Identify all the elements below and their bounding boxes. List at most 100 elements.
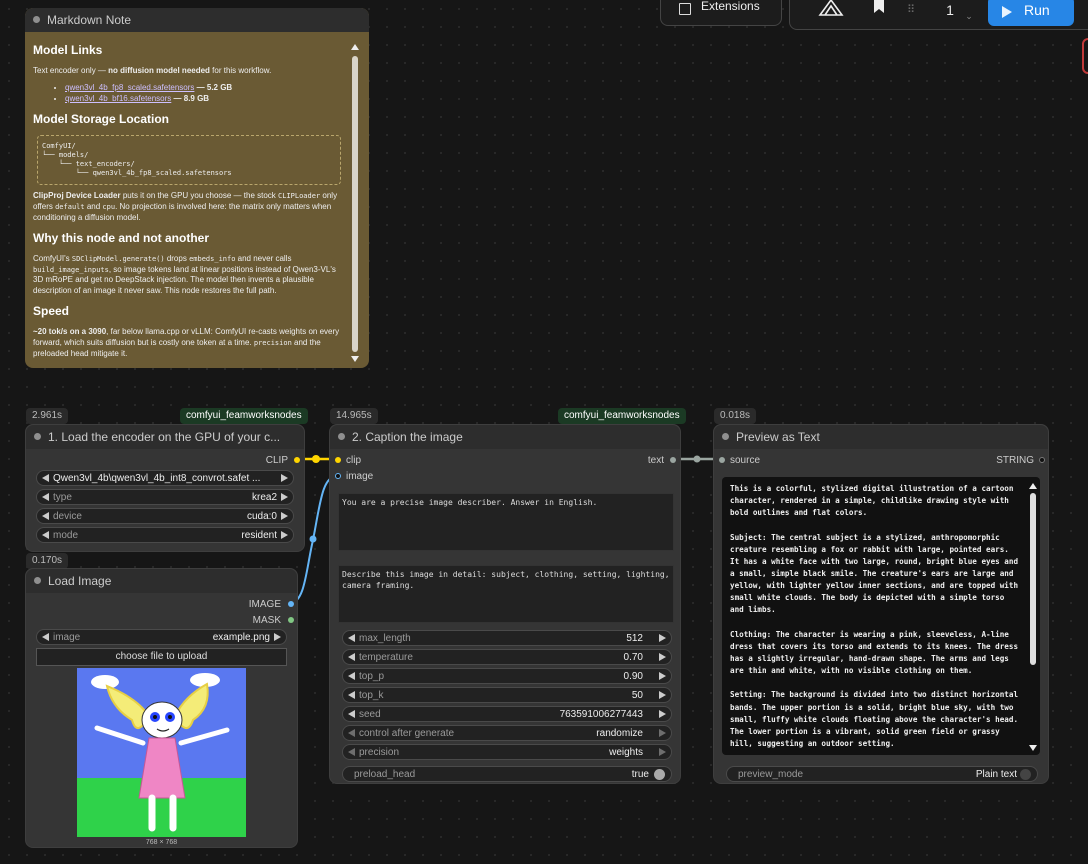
user-prompt-field[interactable]: Describe this image in detail: subject, … <box>338 565 674 623</box>
output-string-dot[interactable] <box>1039 457 1045 463</box>
input-clip-dot[interactable] <box>335 457 341 463</box>
arrow-right-icon[interactable] <box>659 691 666 699</box>
arrow-left-icon[interactable] <box>42 474 49 482</box>
load-image-title: Load Image <box>48 574 112 588</box>
image-value: example.png <box>212 632 270 643</box>
arrow-left-icon[interactable] <box>348 691 355 699</box>
image-dimensions: 768 × 768 <box>145 839 178 846</box>
toggle-knob-icon[interactable] <box>1020 769 1031 780</box>
image-preview <box>77 668 246 837</box>
collapse-dot-icon[interactable] <box>34 433 41 440</box>
node3-header[interactable]: Preview as Text <box>714 425 1048 449</box>
output-text-dot[interactable] <box>670 457 676 463</box>
widget-max_length[interactable]: max_length 512 <box>342 630 672 646</box>
image-select[interactable]: image example.png <box>36 629 287 645</box>
mode-label: mode <box>53 530 79 541</box>
arrow-right-icon[interactable] <box>281 531 288 539</box>
node-preview-text[interactable]: Preview as Text source STRING This is a … <box>713 424 1049 784</box>
input-source-dot[interactable] <box>719 457 725 463</box>
mode-value: resident <box>241 530 277 541</box>
widget-label: seed <box>359 709 381 720</box>
arrow-left-icon[interactable] <box>348 748 355 756</box>
widget-top_p[interactable]: top_p 0.90 <box>342 668 672 684</box>
output-image-label: IMAGE <box>248 599 281 610</box>
preview-mode-toggle[interactable]: preview_mode Plain text <box>726 766 1038 782</box>
widget-label: max_length <box>359 633 411 644</box>
scroll-up-icon[interactable] <box>1029 483 1037 489</box>
mode-select[interactable]: mode resident <box>36 527 294 543</box>
type-label: type <box>53 492 72 503</box>
arrow-right-icon[interactable] <box>659 710 666 718</box>
node2-header[interactable]: 2. Caption the image <box>330 425 680 449</box>
arrow-right-icon[interactable] <box>281 474 288 482</box>
input-source-label: source <box>730 455 761 466</box>
preview-text-content: This is a colorful, stylized digital ill… <box>730 484 1019 748</box>
node3-title: Preview as Text <box>736 430 820 444</box>
upload-button[interactable]: choose file to upload <box>36 648 287 666</box>
type-select[interactable]: type krea2 <box>36 489 294 505</box>
arrow-right-icon[interactable] <box>659 634 666 642</box>
preload-label: preload_head <box>354 769 416 780</box>
preload-head-toggle[interactable]: preload_head true <box>342 766 672 782</box>
image-wire-midpoint <box>309 535 317 543</box>
clip-wire-midpoint <box>312 455 320 463</box>
load-image-header[interactable]: Load Image <box>26 569 297 593</box>
device-select[interactable]: device cuda:0 <box>36 508 294 524</box>
arrow-right-icon[interactable] <box>659 653 666 661</box>
arrow-left-icon[interactable] <box>348 710 355 718</box>
image-label: image <box>53 632 81 643</box>
output-image-dot[interactable] <box>288 601 294 607</box>
output-mask-label: MASK <box>252 615 281 626</box>
arrow-left-icon[interactable] <box>42 633 49 641</box>
widget-value: randomize <box>596 728 643 739</box>
system-prompt-field[interactable]: You are a precise image describer. Answe… <box>338 493 674 551</box>
node-load-encoder[interactable]: 1. Load the encoder on the GPU of your c… <box>25 424 305 552</box>
device-value: cuda:0 <box>246 511 277 522</box>
output-text-label: text <box>647 455 664 466</box>
arrow-left-icon[interactable] <box>42 512 49 520</box>
input-image-label: image <box>346 471 374 482</box>
arrow-left-icon[interactable] <box>348 729 355 737</box>
type-value: krea2 <box>251 492 277 503</box>
widget-control-after-generate[interactable]: control after generate randomize <box>342 725 672 741</box>
node-caption[interactable]: 2. Caption the image clip image text You… <box>329 424 681 784</box>
preview-scrollbar[interactable] <box>1028 481 1038 753</box>
arrow-left-icon[interactable] <box>348 672 355 680</box>
output-mask-dot[interactable] <box>288 617 294 623</box>
arrow-right-icon[interactable] <box>659 748 666 756</box>
widget-value: 50 <box>631 690 643 701</box>
arrow-right-icon[interactable] <box>281 512 288 520</box>
arrow-left-icon[interactable] <box>42 493 49 501</box>
widget-top_k[interactable]: top_k 50 <box>342 687 672 703</box>
arrow-right-icon[interactable] <box>659 672 666 680</box>
arrow-right-icon[interactable] <box>659 729 666 737</box>
widget-value: 0.90 <box>623 671 643 682</box>
collapse-dot-icon[interactable] <box>338 433 345 440</box>
widget-label: top_k <box>359 690 384 701</box>
node1-header[interactable]: 1. Load the encoder on the GPU of your c… <box>26 425 304 449</box>
arrow-left-icon[interactable] <box>42 531 49 539</box>
output-clip-dot[interactable] <box>294 457 300 463</box>
widget-value: weights <box>609 747 643 758</box>
output-string-label: STRING <box>996 455 1034 466</box>
arrow-left-icon[interactable] <box>348 653 355 661</box>
scroll-thumb[interactable] <box>1030 493 1036 665</box>
widget-precision[interactable]: precision weights <box>342 744 672 760</box>
arrow-right-icon[interactable] <box>281 493 288 501</box>
widget-value: 763591006277443 <box>559 709 643 720</box>
widget-seed[interactable]: seed 763591006277443 <box>342 706 672 722</box>
preview-text-area[interactable]: This is a colorful, stylized digital ill… <box>722 477 1040 755</box>
widget-label: top_p <box>359 671 385 682</box>
preview-mode-value: Plain text <box>975 769 1017 780</box>
model-select[interactable]: Qwen3vl_4b\qwen3vl_4b_int8_convrot.safet… <box>36 470 294 486</box>
collapse-dot-icon[interactable] <box>722 433 729 440</box>
device-label: device <box>53 511 82 522</box>
scroll-down-icon[interactable] <box>1029 745 1037 751</box>
collapse-dot-icon[interactable] <box>34 577 41 584</box>
widget-temperature[interactable]: temperature 0.70 <box>342 649 672 665</box>
input-image-dot[interactable] <box>335 473 341 479</box>
node-load-image[interactable]: Load Image IMAGE MASK image example.png … <box>25 568 298 848</box>
arrow-right-icon[interactable] <box>274 633 281 641</box>
arrow-left-icon[interactable] <box>348 634 355 642</box>
toggle-knob-icon[interactable] <box>654 769 665 780</box>
